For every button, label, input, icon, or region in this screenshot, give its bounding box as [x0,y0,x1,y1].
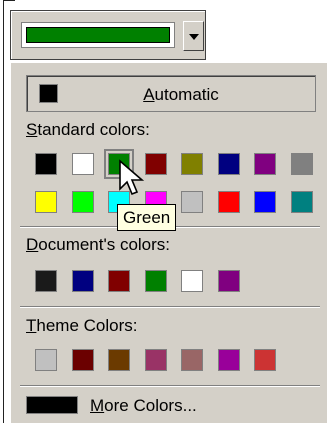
document-colors-title: Document's colors: [26,235,171,254]
theme-color-swatch-1[interactable] [35,349,57,371]
document-color-swatch-2[interactable] [71,270,94,292]
more-colors-button[interactable]: More Colors... [90,396,197,416]
separator [20,385,320,387]
mouse-pointer-icon [119,159,145,196]
automatic-label: Automatic [143,85,219,104]
standard-color-swatch-10[interactable] [71,191,94,213]
standard-color-swatch-15[interactable] [254,191,276,213]
theme-color-swatch-3[interactable] [108,349,130,371]
document-color-swatch-3[interactable] [108,270,130,292]
standard-color-swatch-6[interactable] [217,153,240,175]
dropdown-arrow-button[interactable] [183,21,204,51]
standard-color-swatch-8[interactable] [290,153,313,175]
more-colors-swatch[interactable] [26,396,78,414]
standard-color-swatch-2[interactable] [71,153,94,175]
standard-color-swatch-7[interactable] [254,153,276,175]
theme-color-swatch-6[interactable] [217,349,240,371]
standard-color-swatch-1[interactable] [35,153,57,175]
standard-color-swatch-16[interactable] [290,191,313,213]
separator [20,306,320,308]
page-margin-corner [3,0,15,1]
page-margin-line [3,0,4,423]
color-palette-panel: Automatic Standard colors: Document's co… [10,62,327,423]
document-color-swatch-4[interactable] [144,270,167,292]
document-color-swatch-6[interactable] [217,270,240,292]
font-color-dropdown[interactable] [10,10,206,60]
theme-color-swatch-5[interactable] [181,349,203,371]
color-tooltip: Green [117,204,177,231]
theme-color-swatch-7[interactable] [254,349,276,371]
current-color-swatch[interactable] [26,27,170,43]
theme-color-swatch-4[interactable] [144,349,167,371]
standard-color-swatch-5[interactable] [181,153,203,175]
document-color-swatch-1[interactable] [35,270,57,292]
chevron-down-icon [189,34,199,40]
theme-color-swatch-2[interactable] [71,349,94,371]
standard-colors-title: Standard colors: [26,120,150,139]
standard-color-swatch-14[interactable] [217,191,240,213]
current-color-frame[interactable] [21,22,175,48]
standard-color-swatch-13[interactable] [181,191,203,213]
automatic-color-button[interactable]: Automatic [26,75,316,112]
theme-colors-title: Theme Colors: [26,316,138,335]
document-color-swatch-5[interactable] [181,270,203,292]
standard-color-swatch-9[interactable] [35,191,57,213]
